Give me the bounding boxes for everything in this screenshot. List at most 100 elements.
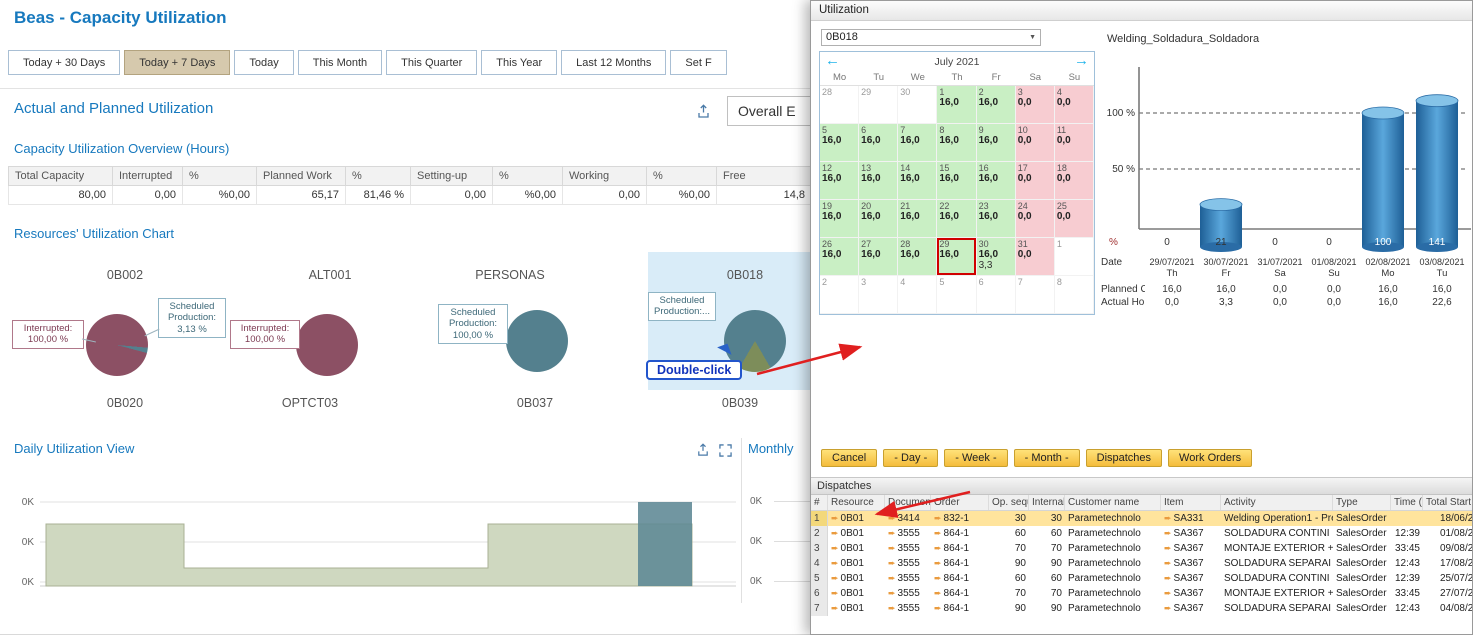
button--week-[interactable]: - Week - <box>944 449 1007 467</box>
link-arrow-icon[interactable]: ➨ <box>934 588 942 598</box>
link-arrow-icon[interactable]: ➨ <box>934 543 942 553</box>
calendar-day-28[interactable]: 28 <box>820 86 859 124</box>
calendar-day-25[interactable]: 250,0 <box>1055 200 1094 238</box>
calendar-day-19[interactable]: 1916,0 <box>820 200 859 238</box>
filter-set-f[interactable]: Set F <box>670 50 726 75</box>
filter-today-7-days[interactable]: Today + 7 Days <box>124 50 230 75</box>
link-arrow-icon[interactable]: ➨ <box>1164 603 1172 613</box>
calendar-day-6[interactable]: 6 <box>977 276 1016 314</box>
filter-this-year[interactable]: This Year <box>481 50 557 75</box>
filter-today-30-days[interactable]: Today + 30 Days <box>8 50 120 75</box>
link-arrow-icon[interactable]: ➨ <box>831 603 839 613</box>
dispatch-row[interactable]: 7➨0B01➨3555➨864-19090Parametechnolo➨SA36… <box>811 601 1472 616</box>
link-arrow-icon[interactable]: ➨ <box>831 543 839 553</box>
calendar-day-1[interactable]: 1 <box>1055 238 1094 276</box>
filter-today[interactable]: Today <box>234 50 293 75</box>
dispatch-row[interactable]: 4➨0B01➨3555➨864-19090Parametechnolo➨SA36… <box>811 556 1472 571</box>
calendar-day-26[interactable]: 2616,0 <box>820 238 859 276</box>
link-arrow-icon[interactable]: ➨ <box>888 588 896 598</box>
calendar-day-21[interactable]: 2116,0 <box>898 200 937 238</box>
expand-icon-daily[interactable] <box>716 441 734 459</box>
link-arrow-icon[interactable]: ➨ <box>1164 573 1172 583</box>
link-arrow-icon[interactable]: ➨ <box>934 603 942 613</box>
calendar-day-10[interactable]: 100,0 <box>1016 124 1055 162</box>
calendar-day-29[interactable]: 2916,0 <box>937 238 976 276</box>
button--month-[interactable]: - Month - <box>1014 449 1080 467</box>
dispatch-row[interactable]: 3➨0B01➨3555➨864-17070Parametechnolo➨SA36… <box>811 541 1472 556</box>
resource-dropdown[interactable]: 0B018 ▼ <box>821 29 1041 46</box>
calendar-day-4[interactable]: 4 <box>898 276 937 314</box>
calendar-day-16[interactable]: 1616,0 <box>977 162 1016 200</box>
link-arrow-icon[interactable]: ➨ <box>888 528 896 538</box>
calendar-day-31[interactable]: 310,0 <box>1016 238 1055 276</box>
overall-equipment-button[interactable]: Overall E <box>727 96 813 126</box>
dispatch-row[interactable]: 5➨0B01➨3555➨864-16060Parametechnolo➨SA36… <box>811 571 1472 586</box>
dispatch-row[interactable]: 6➨0B01➨3555➨864-17070Parametechnolo➨SA36… <box>811 586 1472 601</box>
calendar-day-13[interactable]: 1316,0 <box>859 162 898 200</box>
button-dispatches[interactable]: Dispatches <box>1086 449 1162 467</box>
link-arrow-icon[interactable]: ➨ <box>1164 558 1172 568</box>
link-arrow-icon[interactable]: ➨ <box>831 588 839 598</box>
calendar-day-22[interactable]: 2216,0 <box>937 200 976 238</box>
dispatch-row[interactable]: 2➨0B01➨3555➨864-16060Parametechnolo➨SA36… <box>811 526 1472 541</box>
button-cancel[interactable]: Cancel <box>821 449 877 467</box>
calendar-day-7[interactable]: 7 <box>1016 276 1055 314</box>
link-arrow-icon[interactable]: ➨ <box>831 513 839 523</box>
export-icon[interactable] <box>694 102 712 120</box>
calendar-day-20[interactable]: 2016,0 <box>859 200 898 238</box>
calendar-day-4[interactable]: 40,0 <box>1055 86 1094 124</box>
calendar-day-30[interactable]: 3016,03,3 <box>977 238 1016 276</box>
calendar-day-5[interactable]: 516,0 <box>820 124 859 162</box>
link-arrow-icon[interactable]: ➨ <box>888 558 896 568</box>
export-icon-daily[interactable] <box>694 441 712 459</box>
calendar-day-14[interactable]: 1416,0 <box>898 162 937 200</box>
link-arrow-icon[interactable]: ➨ <box>934 513 942 523</box>
filter-this-month[interactable]: This Month <box>298 50 382 75</box>
calendar-day-8[interactable]: 8 <box>1055 276 1094 314</box>
calendar-day-18[interactable]: 180,0 <box>1055 162 1094 200</box>
link-arrow-icon[interactable]: ➨ <box>888 543 896 553</box>
calendar-day-2[interactable]: 2 <box>820 276 859 314</box>
link-arrow-icon[interactable]: ➨ <box>831 573 839 583</box>
link-arrow-icon[interactable]: ➨ <box>1164 588 1172 598</box>
link-arrow-icon[interactable]: ➨ <box>934 528 942 538</box>
calendar-day-1[interactable]: 116,0 <box>937 86 976 124</box>
filter-last-12-months[interactable]: Last 12 Months <box>561 50 666 75</box>
link-arrow-icon[interactable]: ➨ <box>1164 513 1172 523</box>
calendar-day-15[interactable]: 1516,0 <box>937 162 976 200</box>
calendar-day-12[interactable]: 1216,0 <box>820 162 859 200</box>
calendar-day-7[interactable]: 716,0 <box>898 124 937 162</box>
calendar-day-8[interactable]: 816,0 <box>937 124 976 162</box>
calendar-day-30[interactable]: 30 <box>898 86 937 124</box>
link-arrow-icon[interactable]: ➨ <box>1164 543 1172 553</box>
calendar-day-29[interactable]: 29 <box>859 86 898 124</box>
link-arrow-icon[interactable]: ➨ <box>1164 528 1172 538</box>
link-arrow-icon[interactable]: ➨ <box>888 603 896 613</box>
calendar-day-3[interactable]: 30,0 <box>1016 86 1055 124</box>
calendar-prev-month-icon[interactable]: ← <box>825 52 840 70</box>
calendar-day-3[interactable]: 3 <box>859 276 898 314</box>
pie-chart-alt001[interactable] <box>296 314 358 376</box>
link-arrow-icon[interactable]: ➨ <box>934 558 942 568</box>
calendar-day-2[interactable]: 216,0 <box>977 86 1016 124</box>
calendar-day-17[interactable]: 170,0 <box>1016 162 1055 200</box>
link-arrow-icon[interactable]: ➨ <box>888 513 896 523</box>
filter-this-quarter[interactable]: This Quarter <box>386 50 477 75</box>
calendar-day-24[interactable]: 240,0 <box>1016 200 1055 238</box>
calendar-day-6[interactable]: 616,0 <box>859 124 898 162</box>
link-arrow-icon[interactable]: ➨ <box>934 573 942 583</box>
button-work-orders[interactable]: Work Orders <box>1168 449 1252 467</box>
calendar-day-23[interactable]: 2316,0 <box>977 200 1016 238</box>
calendar-day-11[interactable]: 110,0 <box>1055 124 1094 162</box>
link-arrow-icon[interactable]: ➨ <box>831 558 839 568</box>
calendar-day-28[interactable]: 2816,0 <box>898 238 937 276</box>
calendar-day-5[interactable]: 5 <box>937 276 976 314</box>
pie-chart-0b002[interactable] <box>86 314 148 376</box>
link-arrow-icon[interactable]: ➨ <box>888 573 896 583</box>
button--day-[interactable]: - Day - <box>883 449 938 467</box>
dispatch-row[interactable]: 1➨0B01➨3414➨832-13030Parametechnolo➨SA33… <box>811 511 1472 526</box>
calendar-day-27[interactable]: 2716,0 <box>859 238 898 276</box>
calendar-day-9[interactable]: 916,0 <box>977 124 1016 162</box>
pie-chart-personas[interactable] <box>506 310 568 372</box>
link-arrow-icon[interactable]: ➨ <box>831 528 839 538</box>
